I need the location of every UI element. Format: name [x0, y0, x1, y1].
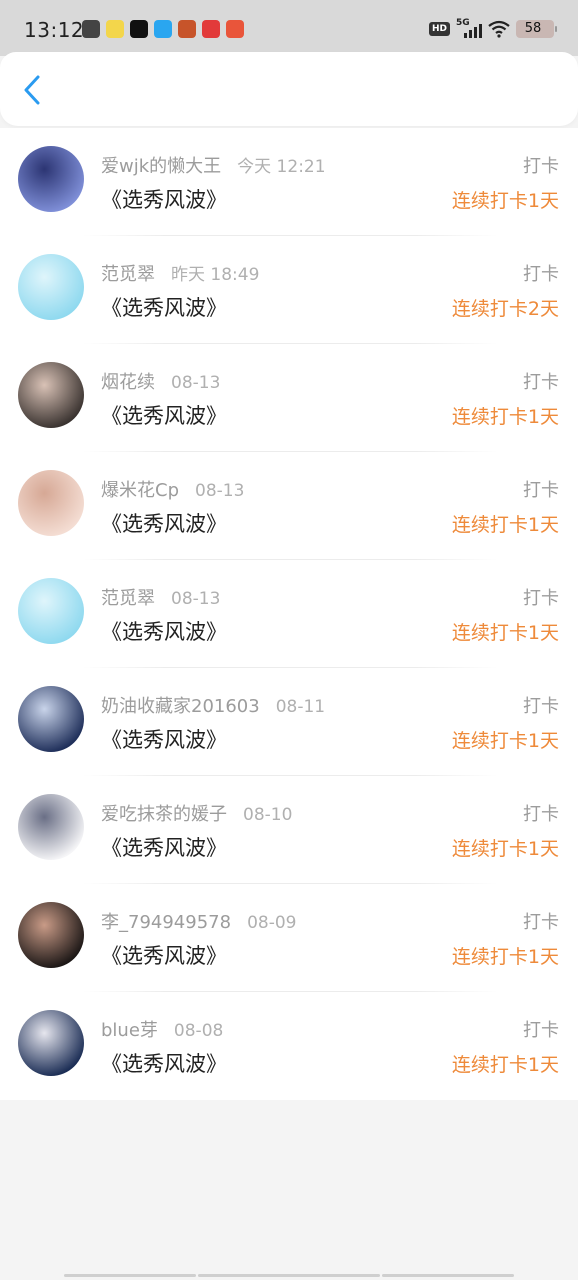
timestamp: 08-13 — [171, 589, 221, 609]
avatar[interactable] — [18, 146, 84, 212]
checkin-label: 打卡 — [523, 588, 559, 609]
book-title: 《选秀风波》 — [101, 404, 227, 428]
timestamp: 今天 12:21 — [237, 157, 326, 177]
checkin-label: 打卡 — [523, 480, 559, 501]
streak-text: 连续打卡1天 — [451, 730, 559, 752]
app-icon-4 — [154, 20, 172, 38]
list-item[interactable]: 烟花续 08-13 《选秀风波》 打卡 连续打卡1天 — [0, 344, 578, 452]
streak-text: 连续打卡1天 — [451, 1054, 559, 1076]
app-icon-7 — [226, 20, 244, 38]
avatar[interactable] — [18, 362, 84, 428]
timestamp: 08-09 — [247, 913, 297, 933]
checkin-list: 爱wjk的懒大王 今天 12:21 《选秀风波》 打卡 连续打卡1天 范觅翠 昨天 … — [0, 128, 578, 1100]
avatar[interactable] — [18, 902, 84, 968]
user-name[interactable]: 范觅翠 — [101, 264, 155, 285]
list-item[interactable]: 爆米花Cp 08-13 《选秀风波》 打卡 连续打卡1天 — [0, 452, 578, 560]
app-icon-6 — [202, 20, 220, 38]
list-item[interactable]: blue芽 08-08 《选秀风波》 打卡 连续打卡1天 — [0, 992, 578, 1100]
user-name[interactable]: 爆米花Cp — [101, 480, 179, 501]
battery-icon: 58 — [516, 20, 557, 38]
user-name[interactable]: 李_794949578 — [101, 912, 231, 933]
list-item[interactable]: 李_794949578 08-09 《选秀风波》 打卡 连续打卡1天 — [0, 884, 578, 992]
list-item[interactable]: 爱吃抹茶的媛子 08-10 《选秀风波》 打卡 连续打卡1天 — [0, 776, 578, 884]
app-icon-2 — [106, 20, 124, 38]
tiktok-icon — [130, 20, 148, 38]
user-name[interactable]: 烟花续 — [101, 372, 155, 393]
user-name[interactable]: 奶油收藏家201603 — [101, 696, 260, 717]
timestamp: 08-13 — [171, 373, 221, 393]
chevron-left-icon — [24, 75, 40, 105]
gesture-bar — [0, 1274, 578, 1278]
streak-text: 连续打卡1天 — [451, 406, 559, 428]
user-name[interactable]: 爱wjk的懒大王 — [101, 156, 221, 177]
list-item[interactable]: 范觅翠 昨天 18:49 《选秀风波》 打卡 连续打卡2天 — [0, 236, 578, 344]
system-icons: HD 5G 58 — [428, 18, 557, 38]
timestamp: 08-11 — [275, 697, 326, 717]
app-icon-5 — [178, 20, 196, 38]
item-meta: 爆米花Cp 08-13 — [101, 476, 244, 502]
avatar[interactable] — [18, 578, 84, 644]
signal-icon: 5G — [456, 18, 482, 38]
streak-text: 连续打卡1天 — [451, 190, 559, 212]
hd-icon: HD — [428, 22, 450, 36]
avatar[interactable] — [18, 470, 84, 536]
item-meta: 范觅翠 昨天 18:49 — [101, 260, 259, 286]
checkin-label: 打卡 — [523, 264, 559, 285]
notification-icons — [82, 20, 244, 38]
list-item[interactable]: 范觅翠 08-13 《选秀风波》 打卡 连续打卡1天 — [0, 560, 578, 668]
item-meta: 烟花续 08-13 — [101, 368, 220, 394]
checkin-label: 打卡 — [523, 156, 559, 177]
back-button[interactable] — [14, 72, 50, 108]
checkin-label: 打卡 — [523, 804, 559, 825]
nav-bar — [0, 52, 578, 126]
book-title: 《选秀风波》 — [101, 836, 227, 860]
timestamp: 昨天 18:49 — [171, 265, 260, 285]
item-meta: blue芽 08-08 — [101, 1016, 223, 1042]
streak-text: 连续打卡1天 — [451, 946, 559, 968]
user-name[interactable]: blue芽 — [101, 1020, 158, 1041]
book-title: 《选秀风波》 — [101, 188, 227, 212]
status-time: 13:12 — [24, 18, 85, 42]
list-item[interactable]: 爱wjk的懒大王 今天 12:21 《选秀风波》 打卡 连续打卡1天 — [0, 128, 578, 236]
battery-level: 58 — [524, 21, 542, 36]
user-name[interactable]: 范觅翠 — [101, 588, 155, 609]
avatar[interactable] — [18, 794, 84, 860]
streak-text: 连续打卡1天 — [451, 622, 559, 644]
item-meta: 爱吃抹茶的媛子 08-10 — [101, 800, 292, 826]
book-title: 《选秀风波》 — [101, 1052, 227, 1076]
item-meta: 爱wjk的懒大王 今天 12:21 — [101, 152, 326, 178]
checkin-label: 打卡 — [523, 696, 559, 717]
book-title: 《选秀风波》 — [101, 512, 227, 536]
avatar[interactable] — [18, 254, 84, 320]
avatar[interactable] — [18, 686, 84, 752]
item-meta: 范觅翠 08-13 — [101, 584, 220, 610]
timestamp: 08-13 — [195, 481, 245, 501]
item-meta: 李_794949578 08-09 — [101, 908, 296, 934]
wifi-icon — [488, 20, 510, 38]
checkin-label: 打卡 — [523, 912, 559, 933]
status-bar: 13:12 HD 5G 58 — [0, 0, 578, 56]
checkin-label: 打卡 — [523, 372, 559, 393]
streak-text: 连续打卡2天 — [451, 298, 559, 320]
user-name[interactable]: 爱吃抹茶的媛子 — [101, 804, 227, 825]
book-title: 《选秀风波》 — [101, 944, 227, 968]
streak-text: 连续打卡1天 — [451, 838, 559, 860]
timestamp: 08-08 — [173, 1021, 224, 1041]
checkin-label: 打卡 — [523, 1020, 559, 1041]
avatar[interactable] — [18, 1010, 84, 1076]
timestamp: 08-10 — [243, 805, 293, 825]
book-title: 《选秀风波》 — [101, 728, 227, 752]
item-meta: 奶油收藏家201603 08-11 — [101, 692, 325, 718]
list-item[interactable]: 奶油收藏家201603 08-11 《选秀风波》 打卡 连续打卡1天 — [0, 668, 578, 776]
streak-text: 连续打卡1天 — [451, 514, 559, 536]
book-title: 《选秀风波》 — [101, 296, 227, 320]
book-title: 《选秀风波》 — [101, 620, 227, 644]
app-icon-1 — [82, 20, 100, 38]
